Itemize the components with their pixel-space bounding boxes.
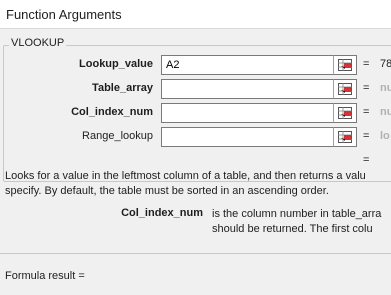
table-array-result: nu	[380, 82, 391, 94]
col-index-num-ref-button[interactable]	[333, 103, 357, 123]
argument-help-text: is the column number in table_arra shoul…	[212, 207, 381, 237]
collapse-dialog-icon	[338, 59, 352, 71]
lookup-value-label: Lookup_value	[79, 58, 153, 70]
function-description-line: Looks for a value in the leftmost column…	[5, 170, 366, 182]
argument-row-table-array: Table_array = nu	[0, 79, 391, 99]
col-index-num-result: nu	[380, 106, 391, 118]
equals-sign: =	[363, 82, 370, 94]
argument-help-line: is the column number in table_arra	[212, 208, 382, 220]
dialog-body: VLOOKUP Lookup_value = 78 Table_array	[0, 29, 391, 295]
argument-help-line: should be returned. The first colu	[212, 223, 373, 235]
formula-result-label: Formula result =	[5, 270, 85, 282]
collapse-dialog-icon	[338, 83, 352, 95]
argument-row-range-lookup: Range_lookup = lo	[0, 127, 391, 147]
equals-sign: =	[363, 130, 370, 142]
argument-help-name: Col_index_num	[121, 207, 203, 219]
range-lookup-result: lo	[380, 130, 390, 142]
range-lookup-label: Range_lookup	[82, 130, 153, 142]
equals-sign: =	[363, 106, 370, 118]
lookup-value-result: 78	[380, 58, 391, 70]
function-result-equals: =	[363, 154, 370, 166]
table-array-input[interactable]	[161, 79, 335, 99]
range-lookup-input[interactable]	[161, 127, 335, 147]
col-index-num-input[interactable]	[161, 103, 335, 123]
function-description-line: specify. By default, the table must be s…	[5, 185, 329, 197]
function-name-label: VLOOKUP	[9, 37, 67, 49]
collapse-dialog-icon	[338, 131, 352, 143]
argument-row-col-index-num: Col_index_num = nu	[0, 103, 391, 123]
table-array-ref-button[interactable]	[333, 79, 357, 99]
section-divider	[0, 253, 391, 254]
table-array-label: Table_array	[92, 82, 153, 94]
lookup-value-ref-button[interactable]	[333, 55, 357, 75]
range-lookup-ref-button[interactable]	[333, 127, 357, 147]
lookup-value-input[interactable]	[161, 55, 335, 75]
function-description: Looks for a value in the leftmost column…	[5, 169, 391, 199]
equals-sign: =	[363, 58, 370, 70]
argument-row-lookup-value: Lookup_value = 78	[0, 55, 391, 75]
collapse-dialog-icon	[338, 107, 352, 119]
dialog-title-bar[interactable]: Function Arguments	[0, 0, 391, 29]
dialog-title: Function Arguments	[6, 7, 122, 22]
col-index-num-label: Col_index_num	[71, 106, 153, 118]
